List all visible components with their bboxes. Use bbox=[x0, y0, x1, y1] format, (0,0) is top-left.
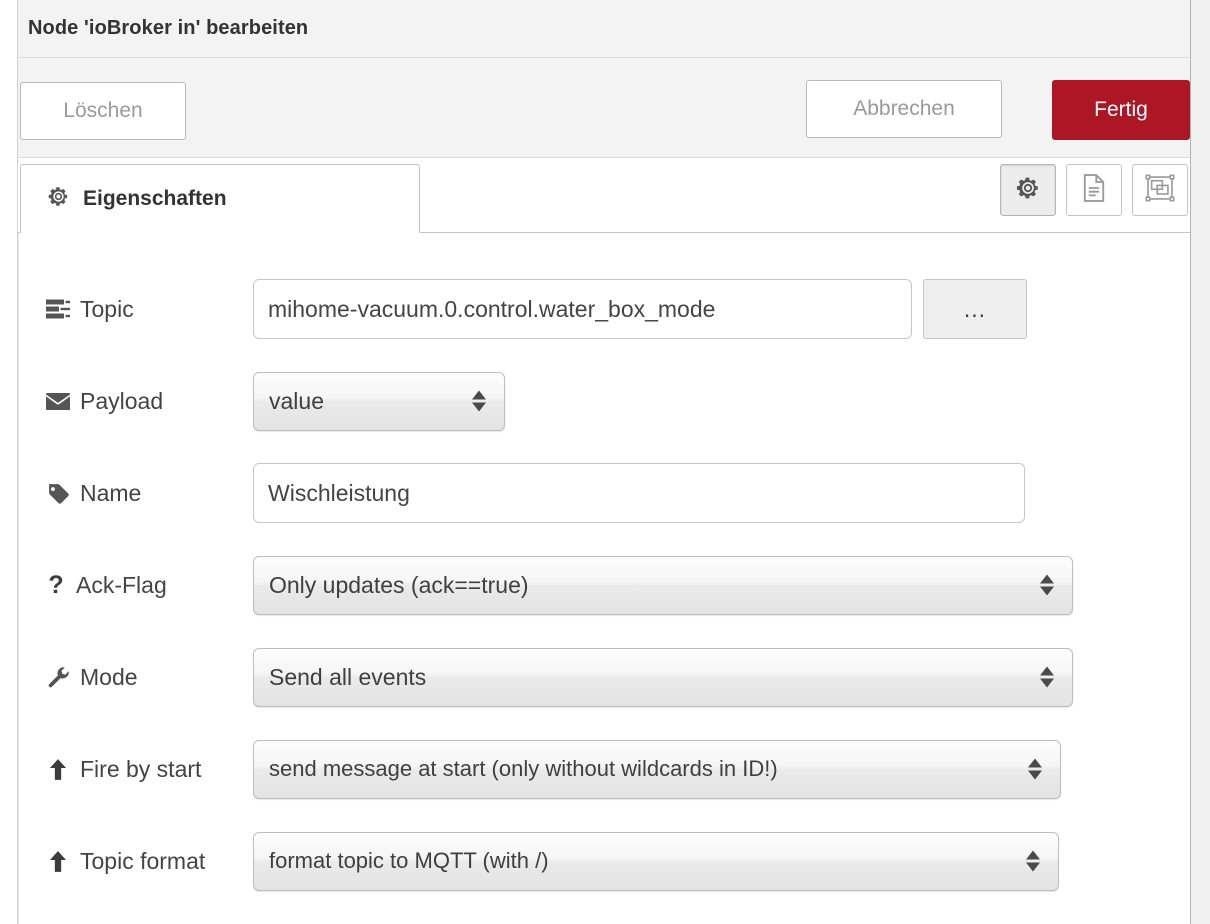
topic-format-select-value: format topic to MQTT (with /) bbox=[269, 848, 549, 873]
tab-bar: Eigenschaften bbox=[18, 159, 1190, 233]
description-view-button[interactable] bbox=[1066, 164, 1122, 216]
arrow-up-icon bbox=[45, 758, 71, 781]
chevron-updown-icon bbox=[1026, 850, 1040, 872]
mode-label-text: Mode bbox=[80, 663, 138, 690]
chevron-updown-icon bbox=[472, 390, 486, 412]
fire-by-start-label: Fire by start bbox=[45, 756, 253, 783]
chevron-updown-icon bbox=[1040, 574, 1054, 596]
node-edit-dialog: Node 'ioBroker in' bearbeiten Löschen Ab… bbox=[0, 0, 1210, 924]
dialog-right-gutter[interactable] bbox=[1190, 0, 1210, 924]
chevron-updown-icon bbox=[1040, 666, 1054, 688]
payload-label: Payload bbox=[45, 388, 253, 415]
form-row-payload: Payload value bbox=[45, 371, 505, 431]
topic-label: Topic bbox=[45, 296, 253, 323]
name-label-text: Name bbox=[80, 479, 142, 506]
topic-format-select[interactable]: format topic to MQTT (with /) bbox=[253, 831, 1059, 891]
form-row-ack-flag: ? Ack-Flag Only updates (ack==true) bbox=[45, 555, 1073, 615]
properties-view-button[interactable] bbox=[1000, 164, 1056, 216]
ack-flag-select[interactable]: Only updates (ack==true) bbox=[253, 555, 1073, 615]
payload-select[interactable]: value bbox=[253, 371, 505, 431]
cancel-button[interactable]: Abbrechen bbox=[806, 80, 1002, 138]
done-button[interactable]: Fertig bbox=[1052, 80, 1190, 140]
properties-form: Topic ... Payload value bbox=[18, 233, 1190, 924]
tab-properties-label: Eigenschaften bbox=[83, 186, 227, 210]
wrench-icon bbox=[45, 666, 71, 689]
topic-format-label: Topic format bbox=[45, 848, 253, 875]
appearance-icon bbox=[1145, 174, 1175, 207]
gear-icon bbox=[47, 185, 70, 213]
question-icon: ? bbox=[48, 570, 64, 599]
arrow-up-icon bbox=[45, 850, 71, 873]
dialog-button-bar: Löschen Abbrechen Fertig bbox=[18, 58, 1190, 158]
appearance-view-button[interactable] bbox=[1132, 164, 1188, 216]
dialog-left-edge bbox=[0, 0, 18, 924]
fire-by-start-select[interactable]: send message at start (only without wild… bbox=[253, 739, 1061, 799]
gear-icon bbox=[1015, 175, 1041, 206]
form-row-fire-by-start: Fire by start send message at start (onl… bbox=[45, 739, 1061, 799]
form-row-mode: Mode Send all events bbox=[45, 647, 1073, 707]
envelope-icon bbox=[45, 392, 71, 411]
ack-flag-label-text: Ack-Flag bbox=[76, 571, 167, 598]
name-label: Name bbox=[45, 480, 253, 507]
mode-select[interactable]: Send all events bbox=[253, 647, 1073, 707]
mode-select-value: Send all events bbox=[269, 663, 427, 690]
name-input[interactable] bbox=[253, 463, 1025, 523]
topic-label-text: Topic bbox=[80, 295, 134, 322]
payload-select-value: value bbox=[269, 387, 324, 414]
topic-format-label-text: Topic format bbox=[80, 847, 206, 874]
view-mode-buttons bbox=[1000, 164, 1188, 216]
ack-flag-select-value: Only updates (ack==true) bbox=[269, 571, 529, 598]
dialog-title: Node 'ioBroker in' bearbeiten bbox=[28, 17, 309, 39]
fire-by-start-select-value: send message at start (only without wild… bbox=[269, 756, 778, 781]
mode-label: Mode bbox=[45, 664, 253, 691]
topic-input[interactable] bbox=[253, 279, 912, 339]
form-row-name: Name bbox=[45, 463, 1025, 523]
dialog-titlebar: Node 'ioBroker in' bearbeiten bbox=[18, 0, 1190, 58]
description-icon bbox=[1081, 173, 1107, 208]
ack-flag-label: ? Ack-Flag bbox=[45, 571, 253, 600]
form-row-topic: Topic ... bbox=[45, 279, 1027, 339]
chevron-updown-icon bbox=[1028, 758, 1042, 780]
fire-by-start-label-text: Fire by start bbox=[80, 755, 202, 782]
form-row-topic-format: Topic format format topic to MQTT (with … bbox=[45, 831, 1059, 891]
tasks-icon bbox=[45, 299, 71, 319]
delete-button[interactable]: Löschen bbox=[20, 82, 186, 140]
tag-icon bbox=[45, 482, 71, 505]
tab-properties[interactable]: Eigenschaften bbox=[20, 164, 420, 233]
payload-label-text: Payload bbox=[80, 387, 164, 414]
topic-browse-button[interactable]: ... bbox=[923, 279, 1027, 339]
